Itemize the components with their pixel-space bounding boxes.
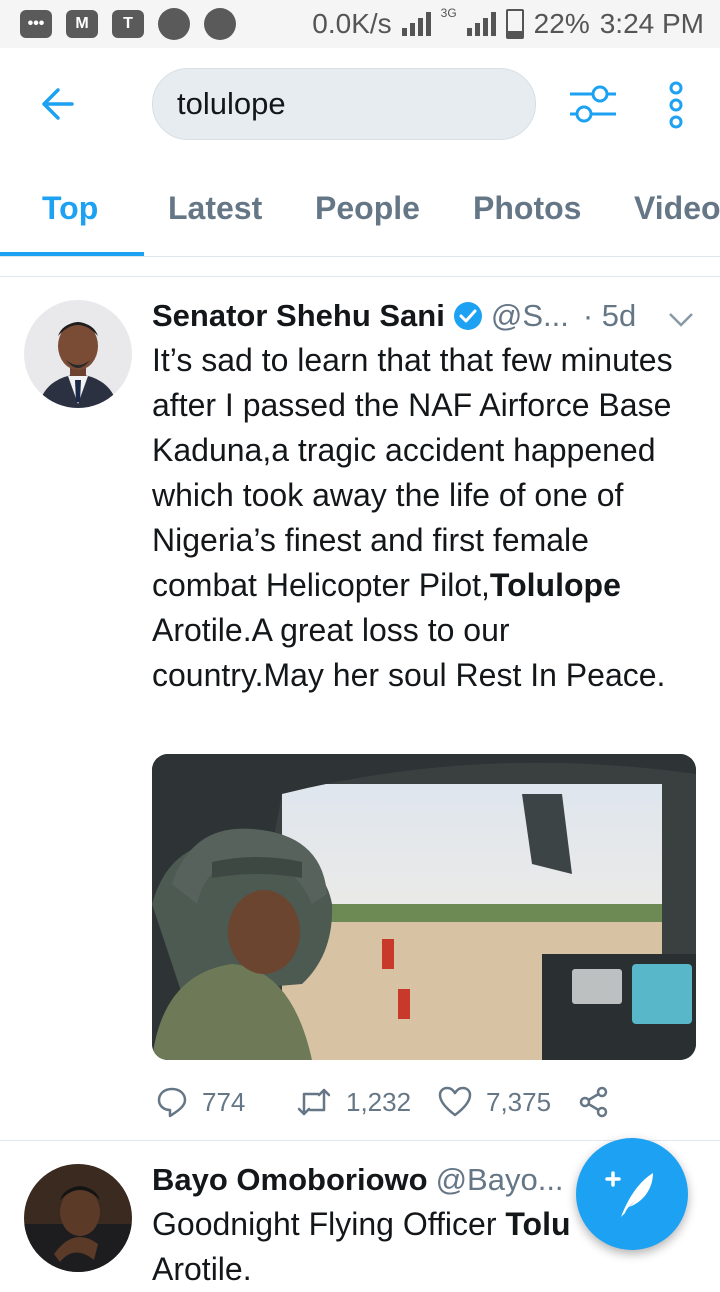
tweet-actions: 774 1,232 7,375 [152, 1080, 622, 1124]
retweet-icon [297, 1088, 331, 1116]
tab-photos[interactable]: Photos [473, 190, 581, 227]
compose-tweet-button[interactable] [576, 1138, 688, 1250]
tweet-header: Senator Shehu Sani @S... · 5d [152, 298, 636, 334]
tab-top[interactable]: Top [42, 190, 98, 227]
app-notification-icon [158, 8, 190, 40]
author-name[interactable]: Senator Shehu Sani [152, 298, 445, 334]
active-tab-indicator [0, 252, 144, 256]
tweet-timestamp: · 5d [582, 298, 637, 333]
gmail-icon: M [66, 10, 98, 38]
search-input[interactable]: tolulope [152, 68, 536, 140]
like-button[interactable]: 7,375 [438, 1080, 551, 1124]
signal-icon [466, 12, 496, 36]
teams-icon: T [112, 10, 144, 38]
tab-latest[interactable]: Latest [168, 190, 262, 227]
search-tabs: Top Latest People Photos Video [0, 160, 720, 257]
highlighted-term: Tolulope [489, 567, 621, 603]
retweet-button[interactable]: 1,232 [296, 1080, 411, 1124]
share-icon[interactable] [578, 1086, 610, 1118]
more-options-icon[interactable] [666, 80, 686, 130]
like-count: 7,375 [486, 1086, 552, 1117]
tweet-header: Bayo Omoboriowo @Bayo... [152, 1162, 564, 1198]
reply-icon [157, 1087, 187, 1118]
search-header: tolulope [0, 48, 720, 160]
battery-icon [505, 9, 524, 39]
more-notifications-icon: ••• [20, 10, 52, 38]
search-filter-icon[interactable] [568, 82, 618, 126]
highlighted-term: Tolu [505, 1206, 571, 1242]
author-handle[interactable]: @S... [491, 298, 569, 334]
tab-video[interactable]: Video [634, 190, 720, 227]
divider [0, 276, 720, 277]
battery-level: 22% [533, 8, 590, 39]
avatar[interactable] [24, 300, 132, 408]
compose-feather-icon [605, 1171, 653, 1217]
status-bar: ••• M T 0.0K/s 3G 22% 3:24 PM [0, 0, 720, 48]
reply-count: 774 [202, 1086, 246, 1117]
network-speed: 0.0K/s [312, 8, 392, 39]
chevron-down-icon[interactable] [668, 312, 694, 328]
back-arrow-icon[interactable] [36, 84, 76, 124]
author-name[interactable]: Bayo Omoboriowo [152, 1162, 428, 1198]
app-notification-icon [204, 8, 236, 40]
tab-people[interactable]: People [315, 190, 420, 227]
avatar[interactable] [24, 1164, 132, 1272]
signal-icon [401, 12, 431, 36]
reply-button[interactable]: 774 [156, 1080, 245, 1124]
search-query: tolulope [177, 86, 286, 121]
retweet-count: 1,232 [346, 1086, 412, 1117]
author-handle[interactable]: @Bayo... [436, 1162, 564, 1198]
tweet-text: It’s sad to learn that that few minutes … [152, 342, 673, 693]
verified-badge-icon [453, 302, 482, 330]
network-type: 3G [440, 6, 457, 20]
clock: 3:24 PM [599, 8, 704, 39]
heart-icon [438, 1086, 472, 1117]
tweet-photo[interactable] [152, 754, 696, 1060]
